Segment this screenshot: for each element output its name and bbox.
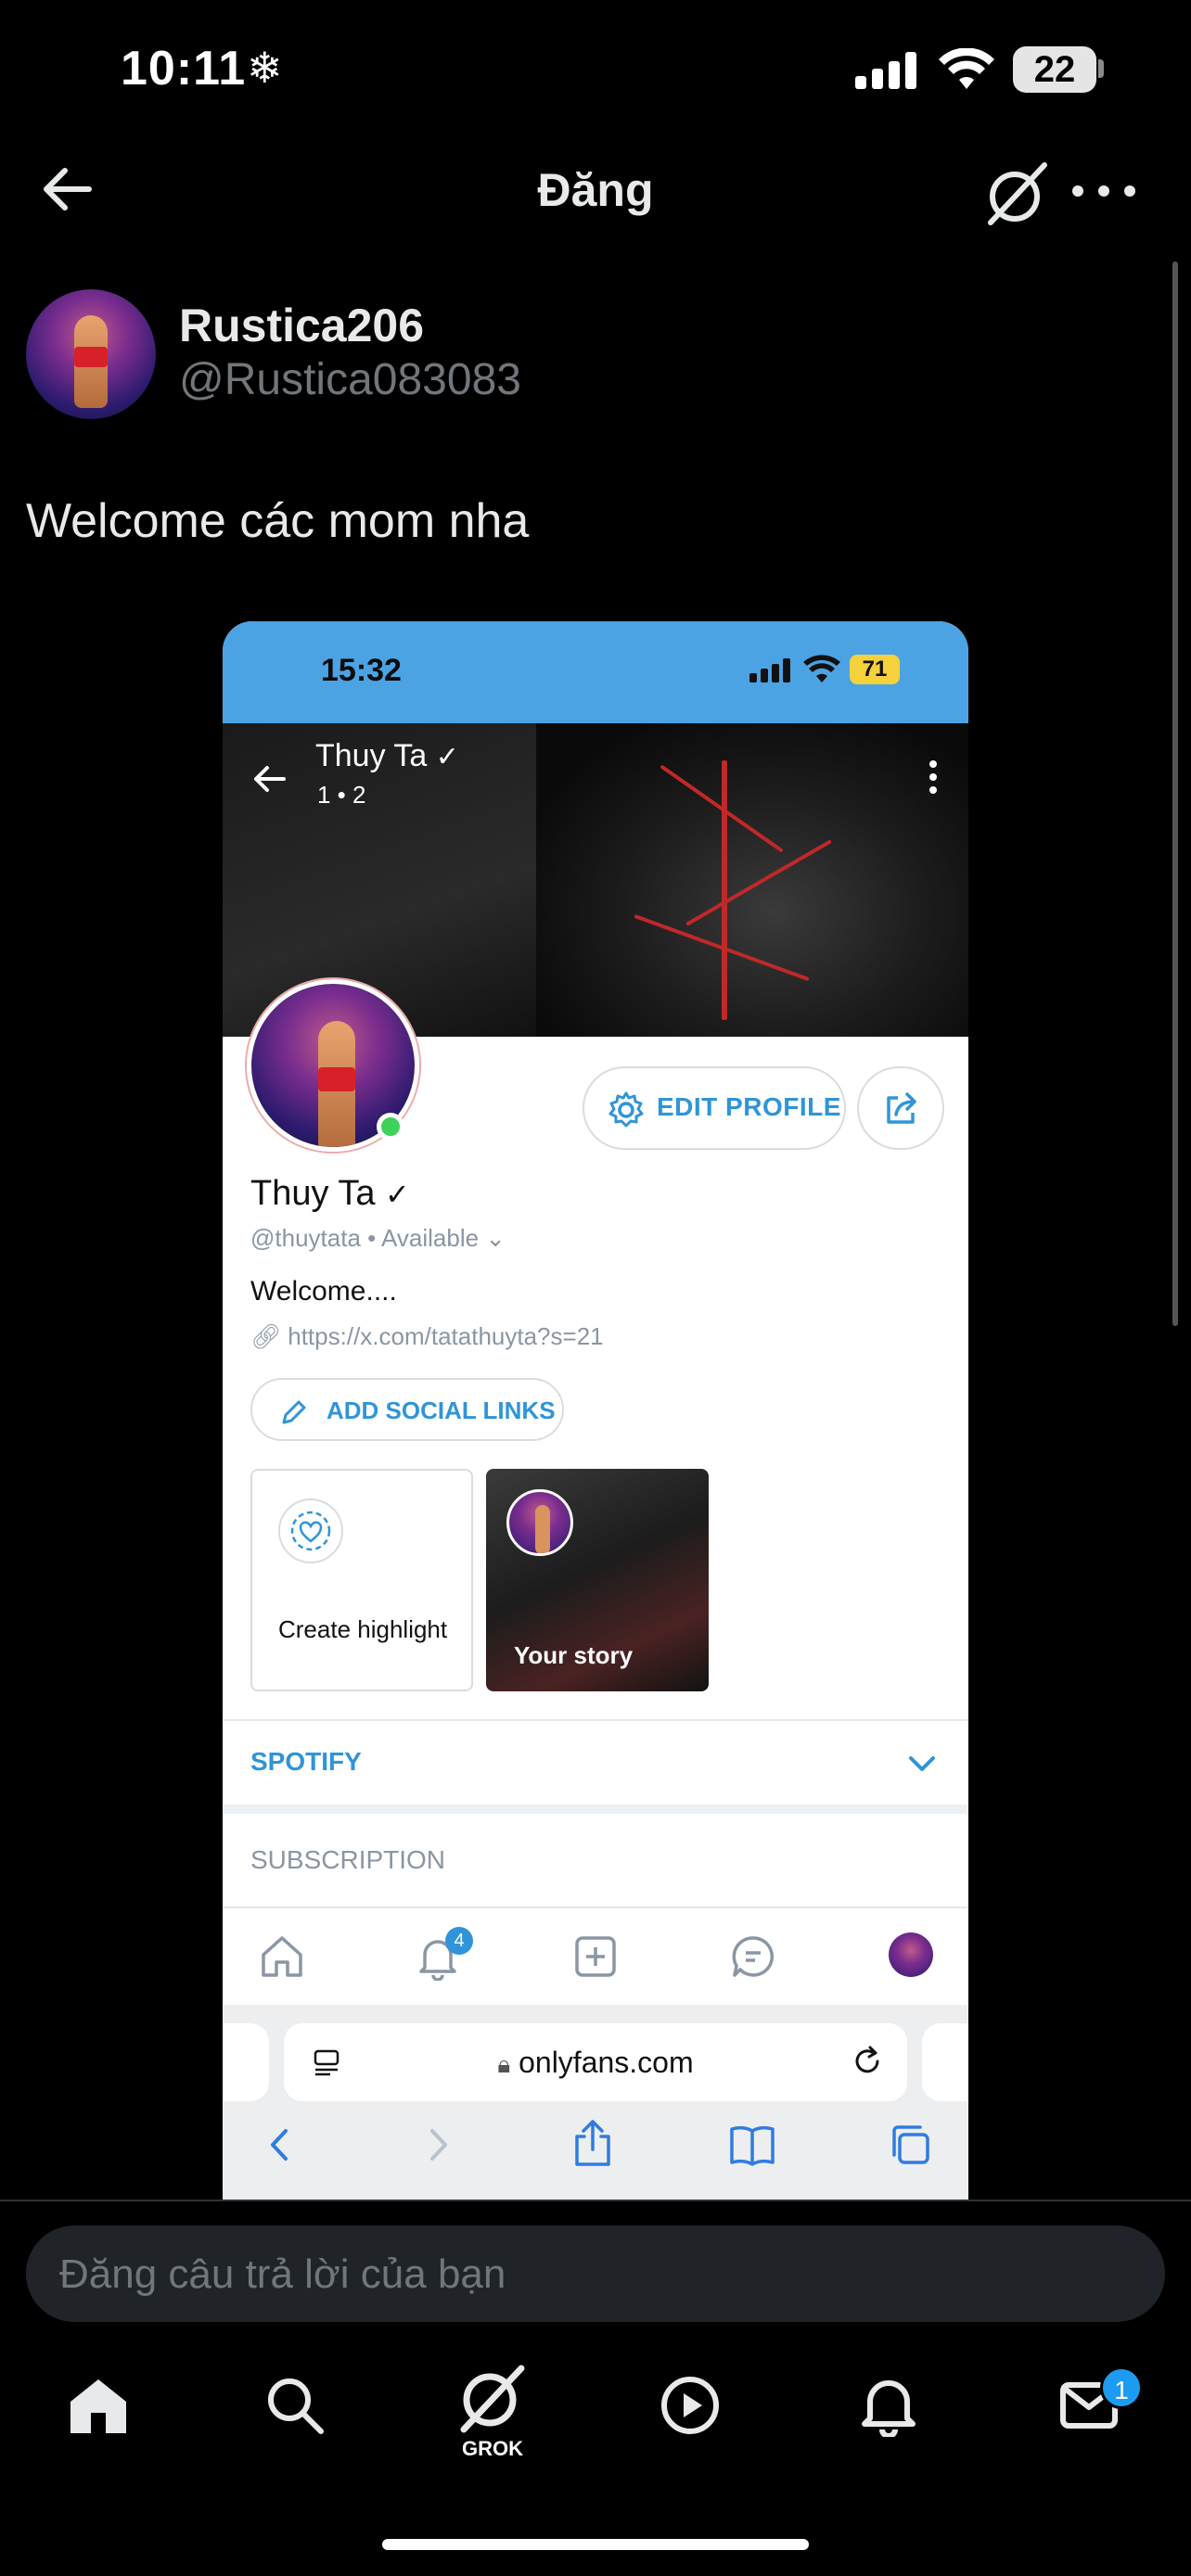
browser-share-icon: [575, 2120, 610, 2166]
embedded-status-time: 15:32: [321, 653, 402, 688]
profile-bio: Welcome....: [250, 1276, 397, 1307]
embedded-bottom-nav: [223, 1906, 968, 2005]
embedded-back-icon: [254, 766, 286, 792]
search-tab-icon[interactable]: [263, 2374, 327, 2437]
author-handle[interactable]: @Rustica083083: [179, 354, 521, 405]
gear-icon: [608, 1091, 644, 1128]
more-options-icon[interactable]: [1069, 163, 1139, 219]
create-highlight-label: Create highlight: [278, 1615, 448, 1643]
cover-right-panel: [536, 723, 968, 1037]
subscription-section: SUBSCRIPTION: [250, 1845, 446, 1874]
next-tab-edge: [922, 2023, 968, 2101]
spotify-section: SPOTIFY: [250, 1747, 362, 1776]
tabs-icon: [892, 2125, 929, 2164]
section-divider: [223, 1804, 968, 1814]
heart-icon: [278, 1498, 343, 1563]
add-social-links-label: ADD SOCIAL LINKS: [327, 1396, 556, 1424]
scrollbar[interactable]: [1172, 261, 1178, 1326]
pencil-icon: [282, 1400, 306, 1424]
embedded-signal-icon: [749, 658, 790, 682]
author-avatar[interactable]: [26, 289, 156, 419]
embedded-more-icon: [929, 760, 937, 794]
verified-icon: ✓: [385, 1178, 410, 1211]
your-story-card: Your story: [486, 1469, 709, 1691]
cover-meta: 1 • 2: [317, 781, 366, 809]
your-story-label: Your story: [514, 1641, 634, 1669]
author-display-name[interactable]: Rustica206: [179, 299, 424, 352]
edit-profile-button: EDIT PROFILE: [583, 1066, 846, 1150]
edit-profile-label: EDIT PROFILE: [657, 1092, 841, 1121]
cover-name: Thuy Ta ✓: [315, 738, 459, 773]
video-tab-icon[interactable]: [659, 2374, 722, 2437]
cellular-signal-icon: [855, 52, 916, 89]
home-icon: [262, 1936, 302, 1977]
verified-icon: ✓: [435, 742, 459, 772]
url-text: 🔒︎ onlyfans.com: [497, 2046, 694, 2079]
home-tab-icon[interactable]: [67, 2374, 130, 2437]
lock-icon: 🔒︎: [497, 2050, 511, 2078]
post-image[interactable]: 15:32 71 Thuy Ta ✓ 1 • 2 EDIT PROFILE Th…: [223, 621, 968, 2200]
browser-back-icon: [271, 2129, 288, 2161]
nav-avatar: [889, 1932, 933, 1977]
browser-forward-icon: [430, 2129, 447, 2161]
share-icon: [887, 1092, 916, 1124]
reply-placeholder: Đăng câu trả lời của bạn: [59, 2251, 506, 2297]
divider: [0, 2200, 1191, 2201]
divider: [223, 1719, 968, 1721]
battery-nub: [1098, 59, 1104, 78]
notifications-tab-icon[interactable]: [857, 2374, 920, 2437]
snowflake-icon: ❄: [247, 44, 283, 92]
wifi-icon: [939, 48, 994, 89]
story-avatar: [506, 1489, 573, 1556]
grok-icon[interactable]: [980, 159, 1054, 226]
status-time: 10:11: [121, 42, 247, 96]
profile-name: Thuy Ta ✓: [250, 1174, 410, 1213]
reply-input[interactable]: Đăng câu trả lời của bạn: [26, 2225, 1165, 2322]
battery-indicator: 22: [1013, 46, 1096, 93]
add-post-icon: [575, 1936, 616, 1977]
post-text: Welcome các mom nha: [26, 494, 530, 548]
grok-tab-icon[interactable]: [455, 2361, 529, 2435]
embedded-battery: 71: [850, 655, 900, 684]
grok-tab-label[interactable]: GROK: [460, 2437, 525, 2461]
embedded-status-bar: 15:32 71: [223, 621, 968, 723]
bookmarks-icon: [730, 2125, 775, 2166]
embedded-wifi-icon: [803, 655, 840, 682]
online-status-dot: [377, 1113, 404, 1141]
messages-icon: [732, 1936, 775, 1977]
notification-badge: 4: [445, 1927, 473, 1955]
previous-tab-edge: [223, 2023, 269, 2101]
create-highlight-card: Create highlight: [250, 1469, 473, 1691]
share-profile-button: [857, 1066, 944, 1150]
home-indicator[interactable]: [382, 2539, 809, 2550]
link-icon: 🔗︎: [250, 1322, 282, 1350]
chevron-down-icon: [909, 1756, 935, 1771]
messages-badge: 1: [1100, 2366, 1143, 2409]
chevron-down-icon: ⌄: [485, 1224, 506, 1252]
profile-link: 🔗︎ https://x.com/tatathuyta?s=21: [250, 1322, 604, 1350]
add-social-links-button: ADD SOCIAL LINKS: [250, 1378, 564, 1441]
profile-handle: @thuytata • Available ⌄: [250, 1224, 506, 1252]
